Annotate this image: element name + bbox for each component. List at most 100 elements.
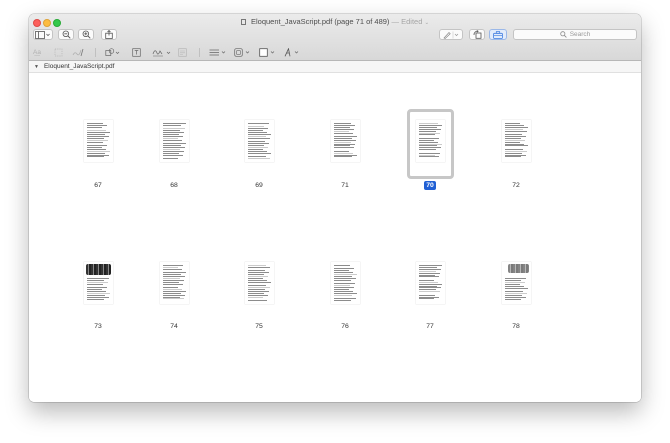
text-line <box>86 137 104 139</box>
text-line <box>418 149 436 150</box>
text-line <box>86 278 109 279</box>
text-selection-tool-label: A͟a <box>33 49 41 56</box>
rectangular-selection-tool[interactable] <box>54 47 63 58</box>
text-line <box>162 139 182 141</box>
text-line <box>418 272 440 274</box>
text-line <box>333 276 352 277</box>
page-preview[interactable] <box>501 120 531 162</box>
text-line <box>418 139 434 141</box>
text-line <box>162 287 178 288</box>
text-line <box>86 148 106 150</box>
sketch-tool[interactable] <box>72 47 84 58</box>
page-preview[interactable] <box>83 120 113 162</box>
page-preview[interactable] <box>415 120 445 162</box>
text-line <box>162 137 178 139</box>
text-line <box>504 143 524 145</box>
text-line <box>86 294 105 296</box>
text-line <box>86 292 110 294</box>
zoom-out-button[interactable] <box>58 29 74 40</box>
text-line <box>418 130 436 132</box>
text-line <box>504 152 522 154</box>
text-line <box>333 126 350 128</box>
disclosure-triangle-icon[interactable]: ▼ <box>34 64 39 70</box>
page-preview[interactable] <box>159 120 189 162</box>
preview-window: Eloquent_JavaScript.pdf (page 71 of 489)… <box>29 14 641 402</box>
page-number-label: 69 <box>255 182 263 189</box>
text-line <box>333 132 353 134</box>
sketch-icon <box>72 48 84 57</box>
border-color-icon <box>234 48 250 57</box>
font-icon <box>284 48 299 57</box>
text-line <box>86 156 104 158</box>
text-line <box>247 126 264 128</box>
line-style-tool[interactable] <box>209 47 227 58</box>
text-line <box>504 287 528 289</box>
page-preview[interactable] <box>244 120 274 162</box>
text-line <box>418 123 438 124</box>
text-line <box>86 130 106 131</box>
text-line <box>162 266 178 268</box>
markup-bar: A͟a <box>29 44 641 61</box>
text-line <box>333 279 351 281</box>
page-number-label: 67 <box>94 182 102 189</box>
markup-toolbar-button[interactable] <box>489 29 507 40</box>
share-button[interactable] <box>101 29 117 40</box>
text-selection-tool[interactable]: A͟a <box>33 47 41 58</box>
text-line <box>162 265 183 266</box>
text-line <box>333 139 356 141</box>
page-preview[interactable] <box>244 262 274 304</box>
text-line <box>162 152 179 154</box>
pen-menu-button[interactable] <box>439 29 463 40</box>
sidebar-toggle-button[interactable] <box>33 29 53 40</box>
text-line <box>247 279 267 281</box>
text-line <box>247 276 268 277</box>
dashed-rectangle-icon <box>54 48 63 57</box>
page-number-label: 71 <box>341 182 349 189</box>
zoom-in-button[interactable] <box>78 29 94 40</box>
search-placeholder: Search <box>569 31 591 38</box>
page-preview[interactable] <box>330 262 360 304</box>
shapes-tool[interactable] <box>105 47 121 58</box>
text-style-tool[interactable] <box>284 47 302 58</box>
text-line <box>162 283 183 285</box>
text-box-icon <box>132 48 141 57</box>
text-line <box>418 289 436 290</box>
signature-tool[interactable] <box>152 47 172 58</box>
fill-color-tool[interactable] <box>259 47 277 58</box>
text-line <box>418 152 440 154</box>
text-line <box>247 266 270 268</box>
border-color-tool[interactable] <box>234 47 252 58</box>
page-preview[interactable] <box>159 262 189 304</box>
text-line <box>333 150 349 152</box>
text-line <box>162 145 181 146</box>
rotate-button[interactable] <box>469 29 485 40</box>
text-line <box>86 134 105 135</box>
text-line <box>504 137 521 139</box>
page-notes-tool[interactable] <box>178 47 187 58</box>
text-line <box>247 137 270 139</box>
text-line <box>418 283 442 285</box>
signature-icon <box>152 50 171 57</box>
text-line <box>418 154 435 156</box>
text-line <box>247 288 265 290</box>
page-preview[interactable] <box>83 262 113 304</box>
text-line <box>333 147 354 148</box>
text-line <box>86 279 104 281</box>
page-preview[interactable] <box>501 262 531 304</box>
text-box-tool[interactable] <box>132 47 141 58</box>
page-preview[interactable] <box>330 120 360 162</box>
window-title[interactable]: Eloquent_JavaScript.pdf (page 71 of 489)… <box>29 17 641 26</box>
search-field[interactable]: Search <box>513 29 637 40</box>
text-line <box>504 154 526 156</box>
text-line <box>333 298 356 299</box>
text-line <box>418 141 438 143</box>
text-line <box>247 156 266 157</box>
text-line <box>247 296 263 298</box>
page-preview[interactable] <box>415 262 445 304</box>
document-icon <box>240 19 246 25</box>
sidebar-file-header[interactable]: ▼ Eloquent_JavaScript.pdf <box>29 61 641 73</box>
text-line <box>86 287 107 288</box>
text-line <box>162 298 184 300</box>
page-number-label: 68 <box>170 182 178 189</box>
text-line <box>247 152 271 154</box>
